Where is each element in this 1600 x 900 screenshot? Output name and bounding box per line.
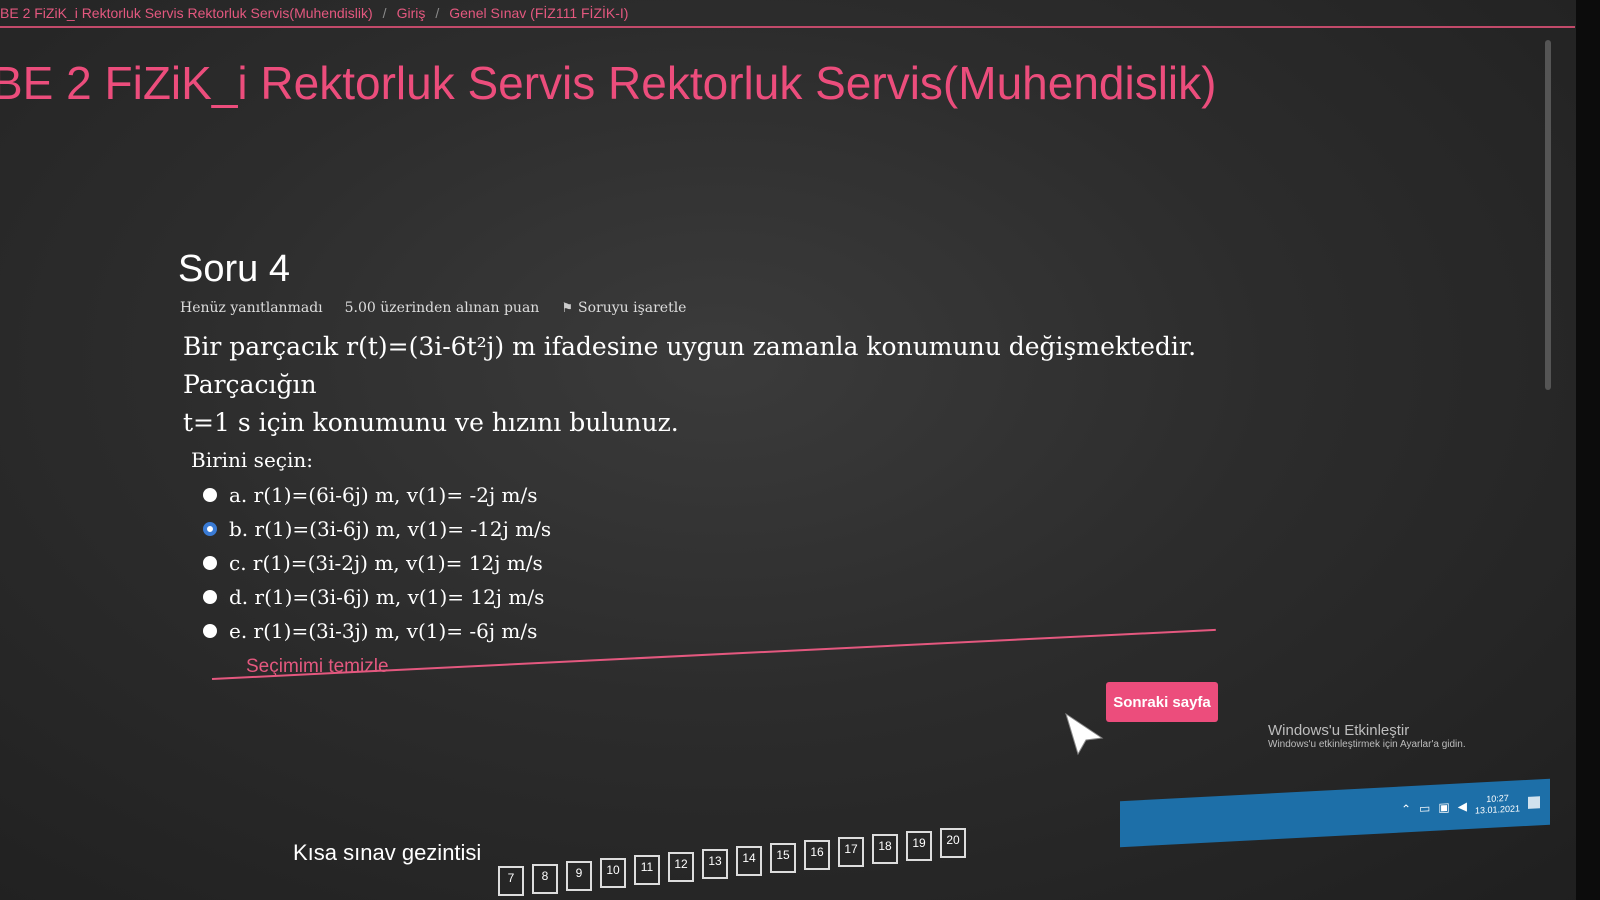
answer-option-a[interactable]: a. r(1)=(6i-6j) m, v(1)= -2j m/s xyxy=(203,478,551,512)
course-title: BE 2 FiZiK_i Rektorluk Servis Rektorluk … xyxy=(0,57,1217,109)
question-title: Soru 4 xyxy=(178,248,290,290)
clock-date: 13.01.2021 xyxy=(1474,803,1520,816)
question-status: Henüz yanıtlanmadı xyxy=(180,300,323,316)
mouse-cursor-icon xyxy=(1065,712,1104,756)
network-icon[interactable]: ▣ xyxy=(1438,800,1449,815)
windows-activation-watermark: Windows'u Etkinleştir Windows'u etkinleş… xyxy=(1268,722,1466,750)
breadcrumb-quiz-link[interactable]: Genel Sınav (FİZ111 FİZİK-I) xyxy=(449,5,628,21)
battery-icon[interactable]: ▭ xyxy=(1419,801,1430,816)
page-scrollbar[interactable] xyxy=(1545,40,1551,390)
question-marks: 5.00 üzerinden alınan puan xyxy=(344,300,540,316)
answer-option-label: c. r(1)=(3i-2j) m, v(1)= 12j m/s xyxy=(229,551,543,575)
answer-option-label: d. r(1)=(3i-6j) m, v(1)= 12j m/s xyxy=(229,585,545,609)
answer-option-d[interactable]: d. r(1)=(3i-6j) m, v(1)= 12j m/s xyxy=(203,580,551,614)
quiz-nav-button[interactable]: 20 xyxy=(940,828,966,858)
quiz-nav-button[interactable]: 19 xyxy=(906,831,932,861)
quiz-nav-button[interactable]: 11 xyxy=(634,855,660,885)
answer-option-e[interactable]: e. r(1)=(3i-3j) m, v(1)= -6j m/s xyxy=(203,614,551,648)
answer-options: a. r(1)=(6i-6j) m, v(1)= -2j m/s b. r(1)… xyxy=(203,478,551,648)
quiz-nav-button[interactable]: 8 xyxy=(532,864,558,894)
radio-button[interactable] xyxy=(203,590,217,604)
windows-taskbar: ⌃ ▭ ▣ ◀ 10:27 13.01.2021 xyxy=(1120,778,1550,848)
radio-button[interactable] xyxy=(203,624,217,638)
radio-button[interactable] xyxy=(203,556,217,570)
flag-question-button[interactable]: ⚑ Soruyu işaretle xyxy=(561,300,686,316)
question-text-line2: t=1 s için konumunu ve hızını bulunuz. xyxy=(183,408,679,437)
answer-option-label: a. r(1)=(6i-6j) m, v(1)= -2j m/s xyxy=(229,483,538,507)
breadcrumb-section-link[interactable]: Giriş xyxy=(397,5,426,21)
chevron-up-icon[interactable]: ⌃ xyxy=(1401,802,1411,817)
notification-icon[interactable] xyxy=(1528,796,1540,809)
quiz-nav-button[interactable]: 9 xyxy=(566,861,592,891)
quiz-nav-button[interactable]: 15 xyxy=(770,843,796,873)
flag-question-label: Soruyu işaretle xyxy=(577,300,687,316)
answer-prompt: Birini seçin: xyxy=(191,448,314,472)
quiz-nav-button[interactable]: 7 xyxy=(498,866,524,896)
quiz-nav-button[interactable]: 12 xyxy=(668,852,694,882)
quiz-nav-button[interactable]: 13 xyxy=(702,849,728,879)
breadcrumb-course-link[interactable]: BE 2 FiZiK_i Rektorluk Servis Rektorluk … xyxy=(0,5,373,21)
breadcrumb-separator: / xyxy=(382,5,387,21)
speaker-icon[interactable]: ◀ xyxy=(1458,799,1467,813)
taskbar-clock[interactable]: 10:27 13.01.2021 xyxy=(1475,792,1520,816)
radio-button-selected[interactable] xyxy=(203,522,217,536)
answer-option-label: e. r(1)=(3i-3j) m, v(1)= -6j m/s xyxy=(229,619,538,643)
quiz-nav-button[interactable]: 18 xyxy=(872,834,898,864)
question-info: Henüz yanıtlanmadı 5.00 üzerinden alınan… xyxy=(180,300,686,316)
breadcrumb-separator: / xyxy=(435,5,440,21)
question-text: Bir parçacık r(t)=(3i-6t²j) m ifadesine … xyxy=(183,328,1213,442)
monitor-bezel xyxy=(1576,0,1600,900)
answer-option-b[interactable]: b. r(1)=(3i-6j) m, v(1)= -12j m/s xyxy=(203,512,551,546)
quiz-navigation-buttons: 7 8 9 10 11 12 13 14 15 16 17 18 19 20 xyxy=(468,816,1028,896)
watermark-subtitle: Windows'u etkinleştirmek için Ayarlar'a … xyxy=(1268,739,1466,750)
quiz-nav-button[interactable]: 14 xyxy=(736,846,762,876)
quiz-nav-button[interactable]: 17 xyxy=(838,837,864,867)
flag-icon: ⚑ xyxy=(561,300,573,316)
quiz-nav-button[interactable]: 10 xyxy=(600,858,626,888)
answer-option-label: b. r(1)=(3i-6j) m, v(1)= -12j m/s xyxy=(229,517,552,541)
quiz-nav-button[interactable]: 16 xyxy=(804,840,830,870)
next-page-button[interactable]: Sonraki sayfa xyxy=(1106,682,1218,722)
breadcrumb: BE 2 FiZiK_i Rektorluk Servis Rektorluk … xyxy=(0,0,1575,28)
answer-option-c[interactable]: c. r(1)=(3i-2j) m, v(1)= 12j m/s xyxy=(203,546,551,580)
radio-button[interactable] xyxy=(203,488,217,502)
watermark-title: Windows'u Etkinleştir xyxy=(1268,722,1410,739)
question-text-line1: Bir parçacık r(t)=(3i-6t²j) m ifadesine … xyxy=(183,332,1197,399)
quiz-navigation-title: Kısa sınav gezintisi xyxy=(293,840,482,865)
